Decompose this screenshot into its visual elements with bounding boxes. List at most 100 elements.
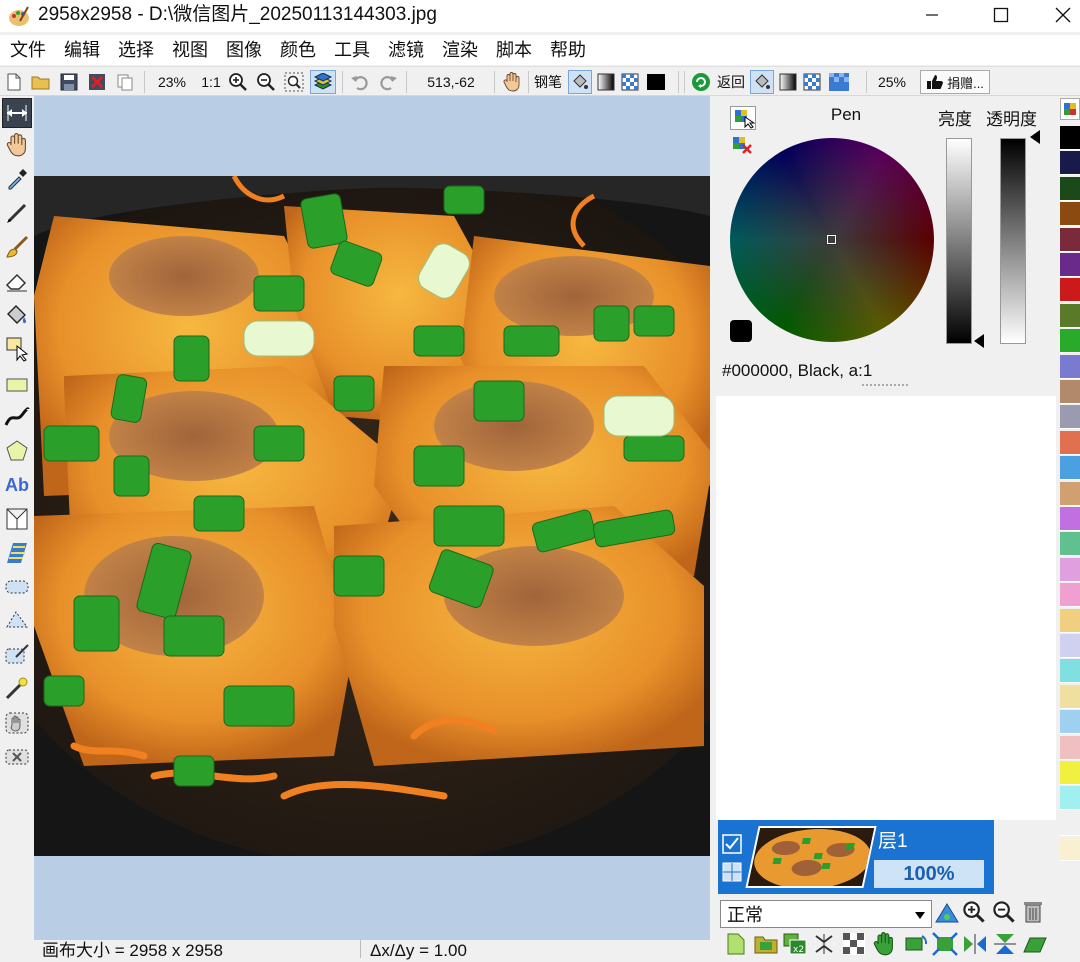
menu-edit[interactable]: 编辑 — [54, 35, 108, 65]
curve-tool[interactable] — [2, 402, 32, 432]
swap-color-button[interactable] — [730, 106, 756, 130]
solid-color-button[interactable] — [644, 70, 668, 94]
brush-tool[interactable] — [2, 232, 32, 262]
minimize-button[interactable] — [909, 0, 955, 30]
delete-layer-button[interactable] — [1022, 900, 1048, 928]
pan-button[interactable] — [500, 70, 524, 94]
blend-mode-select[interactable]: 正常 — [720, 900, 932, 928]
layer-fit-icon[interactable] — [932, 932, 958, 956]
layers-toggle-button[interactable] — [310, 70, 336, 94]
back-gradient-button[interactable] — [776, 70, 800, 94]
palette-swatch[interactable] — [1060, 557, 1080, 582]
menu-image[interactable]: 图像 — [216, 35, 270, 65]
layer-skew-icon[interactable] — [1022, 932, 1048, 956]
canvas-area[interactable] — [34, 96, 710, 940]
fill-tool[interactable] — [2, 300, 32, 330]
palette-swatch[interactable] — [1060, 532, 1080, 557]
layer-row[interactable]: 层1 100% — [718, 820, 994, 894]
menu-tools[interactable]: 工具 — [324, 35, 378, 65]
menu-filter[interactable]: 滤镜 — [378, 35, 432, 65]
text-tool[interactable]: Ab — [2, 470, 32, 500]
palette-swatch[interactable] — [1060, 786, 1080, 811]
zoom-out-button[interactable] — [254, 70, 278, 94]
eraser-tool[interactable] — [2, 266, 32, 296]
menu-help[interactable]: 帮助 — [540, 35, 594, 65]
text-selection-tool[interactable] — [2, 334, 32, 364]
palette-swatch[interactable] — [1060, 481, 1080, 506]
palette-swatch[interactable] — [1060, 202, 1080, 227]
pattern-button[interactable] — [618, 70, 642, 94]
palette-swatch[interactable] — [1060, 329, 1080, 354]
menu-color[interactable]: 颜色 — [270, 35, 324, 65]
palette-swatch[interactable] — [1060, 380, 1080, 404]
layer-zoom-out-button[interactable] — [992, 900, 1018, 928]
flip-vertical-icon[interactable] — [992, 932, 1018, 956]
open-button[interactable] — [30, 70, 52, 94]
palette-swatch[interactable] — [1060, 811, 1080, 836]
back-fill-mode-button[interactable] — [750, 70, 774, 94]
palette-swatch[interactable] — [1060, 227, 1080, 252]
menu-script[interactable]: 脚本 — [486, 35, 540, 65]
back-label[interactable]: 返回 — [714, 70, 748, 94]
close-button[interactable] — [1046, 0, 1080, 30]
palette-swatch[interactable] — [1060, 354, 1080, 379]
palette-swatch[interactable] — [1060, 634, 1080, 658]
layer-visible-checkbox[interactable] — [722, 834, 742, 854]
close-image-button[interactable] — [86, 70, 108, 94]
eyedropper-tool[interactable] — [2, 164, 32, 194]
polygon-tool[interactable] — [2, 436, 32, 466]
palette-swatch[interactable] — [1060, 176, 1080, 201]
menu-view[interactable]: 视图 — [162, 35, 216, 65]
palette-swatch[interactable] — [1060, 659, 1080, 684]
layer-rotate-icon[interactable] — [902, 932, 928, 956]
undo-button[interactable] — [348, 70, 372, 94]
palette-swatch[interactable] — [1060, 684, 1080, 709]
move-selection-tool[interactable] — [2, 708, 32, 738]
layer-properties-button[interactable] — [934, 900, 960, 928]
palette-swatch[interactable] — [1060, 837, 1080, 862]
rect-select-tool[interactable] — [2, 572, 32, 602]
palette-swatch[interactable] — [1060, 583, 1080, 608]
palette-swatch[interactable] — [1060, 151, 1080, 176]
fill-mode-button[interactable] — [568, 70, 592, 94]
save-button[interactable] — [58, 70, 80, 94]
color-wheel-marker[interactable] — [826, 234, 837, 245]
color-wheel[interactable] — [730, 138, 934, 342]
brightness-slider[interactable] — [946, 138, 972, 344]
layer-zoom-in-button[interactable] — [962, 900, 988, 928]
menu-select[interactable]: 选择 — [108, 35, 162, 65]
move-tool[interactable] — [2, 98, 32, 128]
reset-color-button[interactable] — [730, 134, 756, 158]
opacity-slider-handle[interactable] — [1030, 130, 1040, 144]
zoom-in-button[interactable] — [226, 70, 250, 94]
palette-swatch[interactable] — [1060, 303, 1080, 328]
duplicate-layer-icon[interactable]: x2 — [782, 932, 808, 956]
palette-swatch[interactable] — [1060, 710, 1080, 735]
brush-select-tool[interactable] — [2, 640, 32, 670]
copy-button[interactable] — [114, 70, 136, 94]
palette-swatch[interactable] — [1060, 405, 1080, 430]
brush-type-label[interactable]: 钢笔 — [532, 70, 564, 94]
gradient-button[interactable] — [594, 70, 618, 94]
palette-swatch[interactable] — [1060, 608, 1080, 633]
layer-opacity[interactable]: 100% — [874, 860, 984, 888]
magic-wand-tool[interactable] — [2, 674, 32, 704]
palette-swatch[interactable] — [1060, 278, 1080, 303]
palette-menu-button[interactable] — [1060, 98, 1080, 120]
new-layer-icon[interactable] — [726, 932, 746, 956]
menu-render[interactable]: 渲染 — [432, 35, 486, 65]
maximize-button[interactable] — [978, 0, 1024, 30]
layer-grid-icon[interactable] — [722, 862, 742, 882]
layer-mask-icon[interactable] — [842, 932, 866, 956]
merge-layer-icon[interactable] — [812, 932, 836, 956]
image-canvas[interactable] — [34, 176, 710, 856]
back-pattern-button[interactable] — [800, 70, 824, 94]
opacity-slider[interactable] — [1000, 138, 1026, 344]
open-layer-icon[interactable] — [754, 932, 778, 956]
palette-swatch[interactable] — [1060, 761, 1080, 785]
donate-button[interactable]: 捐赠... — [920, 70, 990, 94]
delete-selection-tool[interactable] — [2, 742, 32, 772]
current-color-swatch[interactable] — [730, 320, 752, 342]
palette-swatch[interactable] — [1060, 253, 1080, 277]
lasso-tool[interactable] — [2, 606, 32, 636]
